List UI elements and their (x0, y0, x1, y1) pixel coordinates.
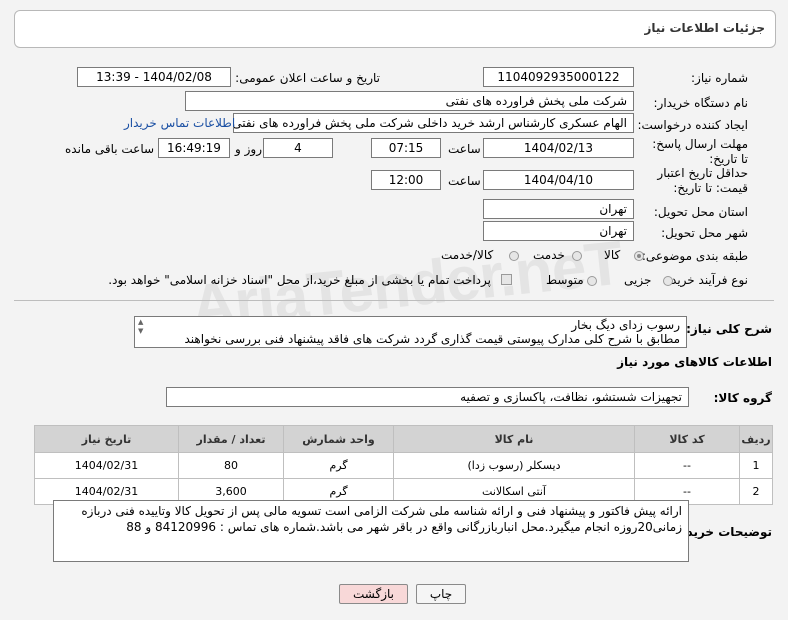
requester-label: ایجاد کننده درخواست: (637, 118, 748, 132)
buyer-label: نام دستگاه خریدار: (653, 96, 749, 110)
remaining-label: ساعت باقی مانده (65, 142, 155, 156)
cell-name: دیسکلر (رسوب زدا) (393, 452, 635, 479)
page-title: جزئیات اطلاعات نیاز (644, 21, 765, 35)
description-line-1: رسوب زدای دیگ بخار (571, 318, 680, 332)
province-field: تهران (483, 199, 634, 219)
city-label: شهر محل تحویل: (661, 226, 748, 240)
category-radio-both[interactable] (509, 251, 519, 261)
buyer-notes-textarea[interactable]: ارائه پیش فاکتور و پیشنهاد فنی و ارائه ش… (53, 500, 689, 562)
announce-field: 1404/02/08 - 13:39 (77, 67, 231, 87)
need-number-label: شماره نیاز: (691, 71, 748, 85)
need-number-field: 1104092935000122 (483, 67, 634, 87)
reply-hour-label: ساعت (448, 142, 481, 156)
purchase-radio-medium[interactable] (587, 276, 597, 286)
divider (14, 300, 774, 301)
goods-group-label: گروه کالا: (713, 391, 772, 405)
col-date-header: تاریخ نیاز (34, 425, 179, 453)
purchase-medium-label: متوسط (546, 273, 584, 287)
category-radio-service[interactable] (572, 251, 582, 261)
description-line-2: مطابق با شرح کلی مدارک پیوستی قیمت گذاری… (184, 332, 681, 346)
requester-field: الهام عسکری کارشناس ارشد خرید داخلی شرکت… (233, 113, 634, 133)
cell-unit: گرم (283, 452, 394, 479)
category-radio-goods[interactable] (634, 251, 644, 261)
reply-date-field: 1404/02/13 (483, 138, 634, 158)
col-unit-header: واحد شمارش (283, 425, 394, 453)
goods-group-field: تجهیزات شستشو، نظافت، پاکسازی و تصفیه (166, 387, 689, 407)
category-goods-label: کالا (604, 248, 621, 262)
cell-row: 2 (739, 478, 773, 505)
contact-info-link[interactable]: اطلاعات تماس خریدار (124, 116, 235, 130)
category-both-label: کالا/خدمت (441, 248, 494, 262)
treasury-checkbox[interactable] (501, 274, 512, 285)
price-hour-label: ساعت (448, 174, 481, 188)
cell-qty: 80 (178, 452, 284, 479)
col-code-header: کد کالا (634, 425, 740, 453)
print-button[interactable]: چاپ (416, 584, 466, 604)
province-label: استان محل تحویل: (653, 205, 748, 219)
description-label: شرح کلی نیاز: (686, 322, 772, 336)
table-row: 1 -- دیسکلر (رسوب زدا) گرم 80 1404/02/31 (34, 452, 773, 479)
reply-time-field: 07:15 (371, 138, 441, 158)
purchase-type-label: نوع فرآیند خرید : (663, 273, 748, 287)
cell-code: -- (634, 452, 740, 479)
scroll-up-icon[interactable]: ▲ (138, 318, 143, 326)
goods-table: ردیف کد کالا نام کالا واحد شمارش تعداد /… (34, 425, 773, 505)
col-qty-header: تعداد / مقدار (178, 425, 284, 453)
back-button[interactable]: بازگشت (339, 584, 408, 604)
goods-section-title: اطلاعات کالاهای مورد نیاز (617, 355, 772, 369)
cell-row: 1 (739, 452, 773, 479)
description-textarea[interactable]: رسوب زدای دیگ بخار مطابق با شرح کلی مدار… (134, 316, 687, 348)
table-header-row: ردیف کد کالا نام کالا واحد شمارش تعداد /… (34, 425, 773, 453)
days-field: 4 (263, 138, 333, 158)
price-date-field: 1404/04/10 (483, 170, 634, 190)
buyer-field: شرکت ملی پخش فراورده های نفتی (185, 91, 634, 111)
header-panel: جزئیات اطلاعات نیاز (14, 10, 776, 48)
reply-deadline-label: مهلت ارسال پاسخ: تا تاریخ: (652, 137, 748, 166)
payment-note: پرداخت تمام یا بخشی از مبلغ خرید،از محل … (108, 273, 491, 287)
days-label: روز و (235, 142, 262, 156)
purchase-radio-partial[interactable] (663, 276, 673, 286)
price-validity-label: حداقل تاریخ اعتبار قیمت: تا تاریخ: (657, 166, 748, 195)
scroll-down-icon[interactable]: ▼ (138, 327, 143, 335)
city-field: تهران (483, 221, 634, 241)
cell-date: 1404/02/31 (34, 452, 179, 479)
category-label: طبقه بندی موضوعی: (641, 249, 748, 263)
category-service-label: خدمت (533, 248, 565, 262)
price-time-field: 12:00 (371, 170, 441, 190)
col-name-header: نام کالا (393, 425, 635, 453)
announce-label: تاریخ و ساعت اعلان عمومی: (235, 71, 380, 85)
purchase-partial-label: جزیی (624, 273, 652, 287)
remaining-time-field: 16:49:19 (158, 138, 230, 158)
col-row-header: ردیف (739, 425, 773, 453)
